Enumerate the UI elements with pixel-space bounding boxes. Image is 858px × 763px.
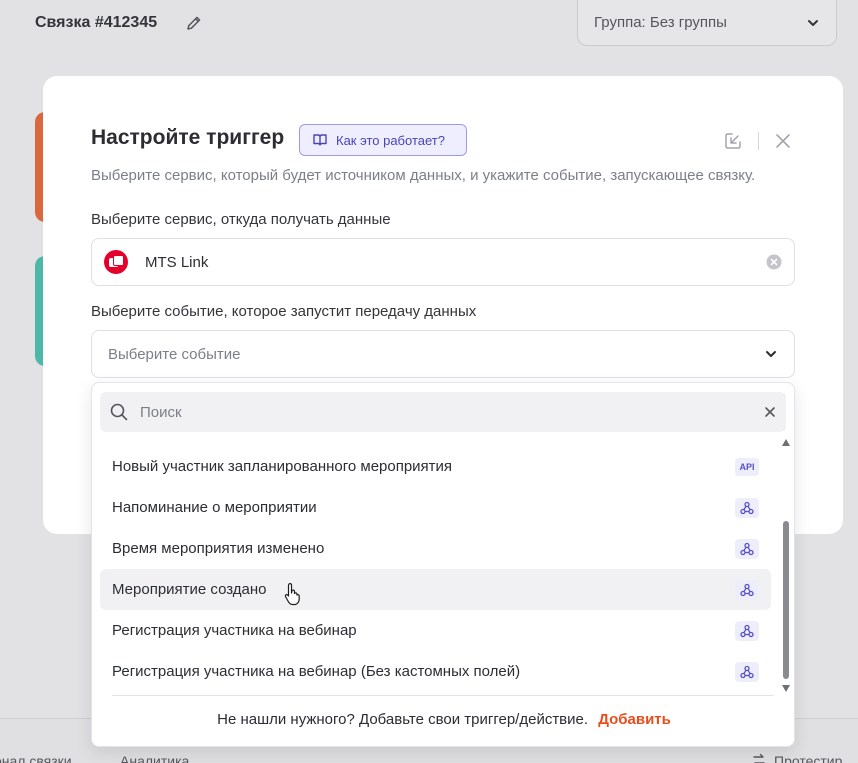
list-item-label: Регистрация участника на вебинар (Без ка… [112, 663, 521, 680]
webhook-icon [740, 501, 754, 514]
webhook-icon [740, 624, 754, 637]
list-item-label: Время мероприятия изменено [112, 540, 325, 557]
close-icon[interactable] [764, 406, 776, 418]
chevron-down-icon [766, 351, 776, 357]
list-item-label: Регистрация участника на вебинар [112, 622, 357, 639]
list-item[interactable]: Напоминание о мероприятии [100, 487, 771, 528]
list-item[interactable]: Мероприятие создано [100, 569, 771, 610]
tab-analytics[interactable]: Аналитика [120, 753, 189, 763]
dropdown-divider [112, 695, 774, 696]
swap-icon [753, 753, 765, 763]
list-scrollbar[interactable] [781, 439, 791, 695]
webhook-icon [740, 665, 754, 678]
webhook-badge [735, 538, 759, 559]
search-input[interactable] [140, 403, 740, 421]
webhook-badge [735, 579, 759, 600]
close-icon[interactable] [774, 132, 792, 150]
how-it-works-label: Как это работает? [336, 132, 445, 148]
webhook-badge [735, 620, 759, 641]
event-dropdown: Новый участник запланированного мероприя… [91, 382, 795, 747]
mts-link-logo-icon [104, 250, 128, 274]
modal-subtitle: Выберите сервис, который будет источнико… [91, 167, 756, 184]
header-divider [758, 132, 759, 150]
collapse-icon[interactable] [723, 131, 743, 151]
api-badge: API [735, 457, 759, 476]
event-list: Новый участник запланированного мероприя… [100, 446, 771, 692]
list-item[interactable]: Новый участник запланированного мероприя… [100, 446, 771, 487]
how-it-works-button[interactable]: Как это работает? [299, 124, 467, 156]
clear-icon[interactable] [766, 254, 782, 270]
modal-title: Настройте триггер [91, 126, 285, 149]
service-select[interactable]: MTS Link [91, 238, 795, 286]
tab-bundle-log[interactable]: онал связки [0, 753, 72, 763]
list-item[interactable]: Регистрация участника на вебинар [100, 610, 771, 651]
search-icon [110, 403, 128, 421]
event-select-placeholder: Выберите событие [108, 345, 241, 363]
scroll-thumb[interactable] [783, 521, 789, 679]
webhook-icon [740, 583, 754, 596]
chevron-down-icon [808, 19, 818, 26]
dropdown-footer: Не нашли нужного? Добавьте свои триггер/… [92, 711, 796, 728]
group-select[interactable]: Группа: Без группы [577, 0, 837, 46]
event-select[interactable]: Выберите событие [91, 330, 795, 378]
webhook-badge [735, 497, 759, 518]
event-label: Выберите событие, которое запустит перед… [91, 303, 477, 320]
scroll-up-arrow-icon[interactable] [782, 439, 790, 446]
edit-icon[interactable] [185, 14, 203, 32]
list-item-label: Новый участник запланированного мероприя… [112, 458, 453, 475]
search-box [100, 392, 786, 432]
list-item[interactable]: Регистрация участника на вебинар (Без ка… [100, 651, 771, 692]
test-button-label: Протестир [774, 753, 843, 763]
hand-cursor-icon [284, 583, 300, 606]
group-select-value: Группа: Без группы [594, 14, 727, 31]
webhook-badge [735, 661, 759, 682]
footer-text: Не нашли нужного? Добавьте свои триггер/… [217, 711, 589, 728]
service-value: MTS Link [145, 253, 209, 271]
bundle-title: Связка #412345 [35, 14, 158, 31]
test-button[interactable]: Протестир [752, 753, 842, 763]
list-item-label: Мероприятие создано [112, 581, 267, 598]
service-label: Выберите сервис, откуда получать данные [91, 211, 391, 228]
list-item-label: Напоминание о мероприятии [112, 499, 317, 516]
list-item[interactable]: Время мероприятия изменено [100, 528, 771, 569]
book-icon [313, 134, 327, 146]
add-link[interactable]: Добавить [598, 711, 671, 728]
webhook-icon [740, 542, 754, 555]
scroll-down-arrow-icon[interactable] [782, 685, 790, 692]
